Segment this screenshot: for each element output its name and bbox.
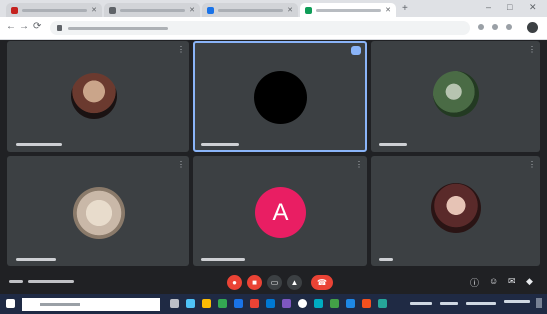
taskbar-app-icon[interactable] xyxy=(266,299,275,308)
system-tray-icons[interactable] xyxy=(440,302,458,305)
camera-off-icon: ■ xyxy=(252,278,257,287)
meet-favicon-icon xyxy=(305,6,312,14)
file-explorer-icon[interactable] xyxy=(202,299,211,308)
maximize-icon[interactable]: □ xyxy=(507,2,512,12)
task-view-icon[interactable] xyxy=(170,299,179,308)
tab-favicon-icon xyxy=(109,6,116,14)
start-icon[interactable] xyxy=(6,299,15,308)
tab-favicon-icon xyxy=(11,6,18,14)
activities-icon[interactable]: ◆ xyxy=(526,276,533,287)
participant-name xyxy=(16,143,62,146)
participant-name xyxy=(379,143,407,146)
participant-tile[interactable]: ⋮ xyxy=(7,156,189,266)
mic-off-icon: ● xyxy=(232,278,237,287)
participant-tile[interactable]: ⋮ xyxy=(7,41,189,152)
taskbar-app-icon[interactable] xyxy=(314,299,323,308)
lock-icon xyxy=(57,25,62,31)
search-placeholder xyxy=(40,303,80,306)
participant-name xyxy=(201,143,239,146)
participant-avatar xyxy=(254,71,307,124)
browser-tab[interactable]: ✕ xyxy=(202,3,298,17)
close-tab-icon[interactable]: ✕ xyxy=(385,6,391,14)
taskbar-app-icon[interactable] xyxy=(250,299,259,308)
close-tab-icon[interactable]: ✕ xyxy=(91,6,97,14)
present-button[interactable]: ▲ xyxy=(287,275,302,290)
tab-favicon-icon xyxy=(207,6,214,14)
participant-initial-avatar: A xyxy=(255,187,306,238)
minimize-icon[interactable]: – xyxy=(486,2,491,12)
close-tab-icon[interactable]: ✕ xyxy=(287,6,293,14)
participant-tile-speaking[interactable] xyxy=(193,41,367,152)
taskbar-app-icon[interactable] xyxy=(330,299,339,308)
more-options-icon[interactable]: ⋮ xyxy=(177,160,185,169)
more-options-icon[interactable]: ⋮ xyxy=(355,160,363,169)
meeting-time xyxy=(9,280,23,283)
participant-avatar xyxy=(433,71,479,117)
chat-icon[interactable]: ✉ xyxy=(508,276,516,287)
camera-off-button[interactable]: ■ xyxy=(247,275,262,290)
participant-tile[interactable]: A ⋮ xyxy=(193,156,367,266)
profile-avatar[interactable] xyxy=(527,22,538,33)
participant-name xyxy=(16,258,56,261)
more-options-icon[interactable]: ⋮ xyxy=(528,160,536,169)
hang-up-icon: ☎ xyxy=(317,278,327,287)
tab-title xyxy=(218,8,284,12)
end-call-button[interactable]: ☎ xyxy=(311,275,333,290)
participant-tile[interactable]: ⋮ xyxy=(371,156,540,266)
bookmark-icon[interactable] xyxy=(506,24,512,30)
captions-button[interactable]: ▭ xyxy=(267,275,282,290)
taskbar-app-icon[interactable] xyxy=(362,299,371,308)
forward-icon[interactable]: → xyxy=(19,21,29,32)
mic-off-button[interactable]: ● xyxy=(227,275,242,290)
browser-tab[interactable]: ✕ xyxy=(6,3,102,17)
participant-name xyxy=(201,258,245,261)
more-options-icon[interactable]: ⋮ xyxy=(528,45,536,54)
reload-icon[interactable]: ⟳ xyxy=(33,21,41,32)
participant-name xyxy=(379,258,393,261)
tab-title xyxy=(120,8,186,12)
taskbar-app-icon[interactable] xyxy=(234,299,243,308)
people-icon[interactable]: ☺ xyxy=(489,276,498,286)
info-icon[interactable]: ⓘ xyxy=(470,276,479,289)
more-options-icon[interactable]: ⋮ xyxy=(177,45,185,54)
browser-tab-active[interactable]: ✕ xyxy=(300,3,396,17)
tab-title xyxy=(316,8,382,12)
back-icon[interactable]: ← xyxy=(6,21,16,32)
address-text xyxy=(68,27,168,30)
meeting-code xyxy=(28,280,74,283)
system-tray-icons[interactable] xyxy=(410,302,432,305)
participant-avatar xyxy=(431,183,481,233)
notification-icon[interactable] xyxy=(536,298,542,308)
tab-title xyxy=(22,8,88,12)
taskbar-app-icon[interactable] xyxy=(282,299,291,308)
participant-avatar xyxy=(73,187,125,239)
taskbar-app-icon[interactable] xyxy=(378,299,387,308)
speaking-indicator-icon xyxy=(351,46,361,55)
close-window-icon[interactable]: ✕ xyxy=(529,2,537,13)
taskbar-app-icon[interactable] xyxy=(218,299,227,308)
new-tab-icon[interactable]: + xyxy=(402,3,408,14)
browser-tab[interactable]: ✕ xyxy=(104,3,200,17)
captions-icon: ▭ xyxy=(270,278,279,287)
close-tab-icon[interactable]: ✕ xyxy=(189,6,195,14)
chrome-icon[interactable] xyxy=(298,299,307,308)
clock[interactable] xyxy=(504,300,530,303)
network-volume-icons[interactable] xyxy=(466,302,496,305)
present-icon: ▲ xyxy=(290,278,299,287)
taskbar-app-icon[interactable] xyxy=(346,299,355,308)
extension-icon[interactable] xyxy=(478,24,484,30)
taskbar-app-icon[interactable] xyxy=(186,299,195,308)
participant-avatar xyxy=(71,73,117,119)
extension-icon[interactable] xyxy=(492,24,498,30)
participant-tile[interactable]: ⋮ xyxy=(371,41,540,152)
